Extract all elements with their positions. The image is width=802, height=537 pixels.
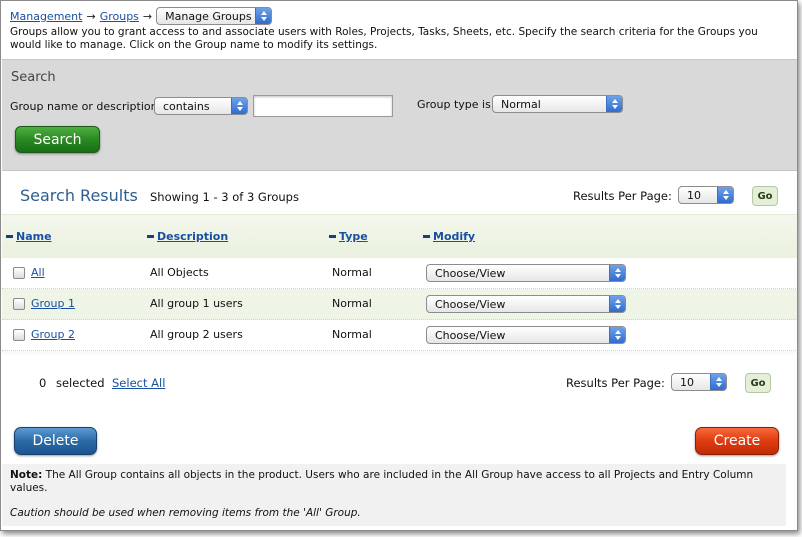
results-go-button[interactable]: Go	[752, 186, 778, 206]
collapse-icon	[147, 235, 154, 238]
footer-results-per-page-value: 10	[680, 375, 694, 389]
group-name-link[interactable]: Group 2	[31, 328, 75, 341]
caution-text: Caution should be used when removing ite…	[10, 507, 361, 519]
group-name-link[interactable]: Group 1	[31, 297, 75, 310]
group-type: Normal	[332, 297, 372, 310]
search-button[interactable]: Search	[15, 126, 100, 153]
group-type-label: Group type is	[417, 98, 491, 111]
row-checkbox[interactable]	[13, 329, 25, 341]
modify-select[interactable]: Choose/View	[426, 326, 626, 344]
group-type: Normal	[332, 328, 372, 341]
breadcrumb-arrow: →	[142, 9, 153, 23]
updown-arrows-icon	[609, 296, 625, 312]
note-label: Note:	[10, 469, 43, 481]
breadcrumb-page-select[interactable]: Manage Groups	[156, 7, 273, 25]
updown-arrows-icon	[609, 265, 625, 281]
group-name-input[interactable]	[253, 95, 393, 117]
table-row: Group 1 All group 1 users Normal Choose/…	[2, 289, 797, 320]
select-all-link[interactable]: Select All	[112, 376, 165, 390]
search-results-title: Search Results	[20, 186, 138, 205]
search-title: Search	[11, 70, 56, 85]
header-modify: Modify	[423, 230, 475, 243]
group-type-select[interactable]: Normal	[492, 95, 623, 113]
sort-by-description-link[interactable]: Description	[157, 230, 228, 243]
manage-groups-page: Management → Groups → Manage Groups Grou…	[0, 0, 798, 531]
table-row: Group 2 All group 2 users Normal Choose/…	[2, 320, 797, 351]
note-text: The All Group contains all objects in th…	[10, 469, 754, 494]
search-panel: Search Group name or description contain…	[2, 59, 797, 171]
group-name-label: Group name or description	[10, 100, 158, 113]
updown-arrows-icon	[255, 8, 272, 24]
selected-count-label: selected	[55, 376, 105, 390]
row-checkbox[interactable]	[13, 267, 25, 279]
footer-results-per-page-label: Results Per Page:	[566, 376, 665, 390]
breadcrumb-arrow: →	[86, 9, 96, 23]
modify-select[interactable]: Choose/View	[426, 264, 626, 282]
operator-select[interactable]: contains	[154, 97, 248, 115]
sort-by-type-link[interactable]: Type	[339, 230, 368, 243]
modify-select-value: Choose/View	[435, 328, 506, 342]
updown-arrows-icon	[710, 374, 726, 390]
sort-by-name-link[interactable]: Name	[16, 230, 52, 243]
modify-select-value: Choose/View	[435, 297, 506, 311]
results-per-page-select[interactable]: 10	[678, 186, 734, 204]
sort-by-modify-link[interactable]: Modify	[433, 230, 475, 243]
breadcrumb-management-link[interactable]: Management	[10, 10, 82, 23]
collapse-icon	[329, 235, 336, 238]
modify-select-value: Choose/View	[435, 266, 506, 280]
breadcrumb-groups-link[interactable]: Groups	[100, 10, 139, 23]
group-name-link[interactable]: All	[31, 266, 45, 279]
group-type: Normal	[332, 266, 372, 279]
modify-select[interactable]: Choose/View	[426, 295, 626, 313]
results-per-page-value: 10	[687, 188, 701, 202]
collapse-icon	[423, 235, 430, 238]
group-description: All group 2 users	[150, 328, 243, 341]
results-count: Showing 1 - 3 of 3 Groups	[150, 190, 299, 204]
header-type: Type	[329, 230, 368, 243]
groups-table: Name Description Type Modify All All Obj…	[2, 214, 797, 356]
group-description: All group 1 users	[150, 297, 243, 310]
updown-arrows-icon	[606, 96, 622, 112]
selected-count-number: 0	[39, 376, 47, 390]
group-description: All Objects	[150, 266, 209, 279]
updown-arrows-icon	[717, 187, 733, 203]
updown-arrows-icon	[609, 327, 625, 343]
operator-select-value: contains	[163, 99, 210, 113]
note-box: Note: The All Group contains all objects…	[2, 464, 786, 526]
table-row: All All Objects Normal Choose/View	[2, 258, 797, 289]
breadcrumb: Management → Groups → Manage Groups	[10, 6, 273, 26]
breadcrumb-page-select-value: Manage Groups	[165, 9, 252, 23]
row-checkbox[interactable]	[13, 298, 25, 310]
collapse-icon	[6, 235, 13, 238]
footer-results-per-page-select[interactable]: 10	[671, 373, 727, 391]
table-footer-shade	[2, 351, 797, 356]
table-header: Name Description Type Modify	[2, 214, 797, 258]
create-button[interactable]: Create	[695, 427, 779, 455]
intro-text: Groups allow you to grant access to and …	[10, 26, 758, 51]
updown-arrows-icon	[231, 98, 247, 114]
delete-button[interactable]: Delete	[14, 427, 97, 455]
note-paragraph: Note: The All Group contains all objects…	[10, 469, 778, 495]
header-name: Name	[6, 230, 52, 243]
selected-count: 0 selected	[39, 376, 105, 390]
results-per-page-label: Results Per Page:	[573, 189, 672, 203]
header-description: Description	[147, 230, 228, 243]
footer-go-button[interactable]: Go	[745, 373, 771, 393]
group-type-select-value: Normal	[501, 97, 541, 111]
